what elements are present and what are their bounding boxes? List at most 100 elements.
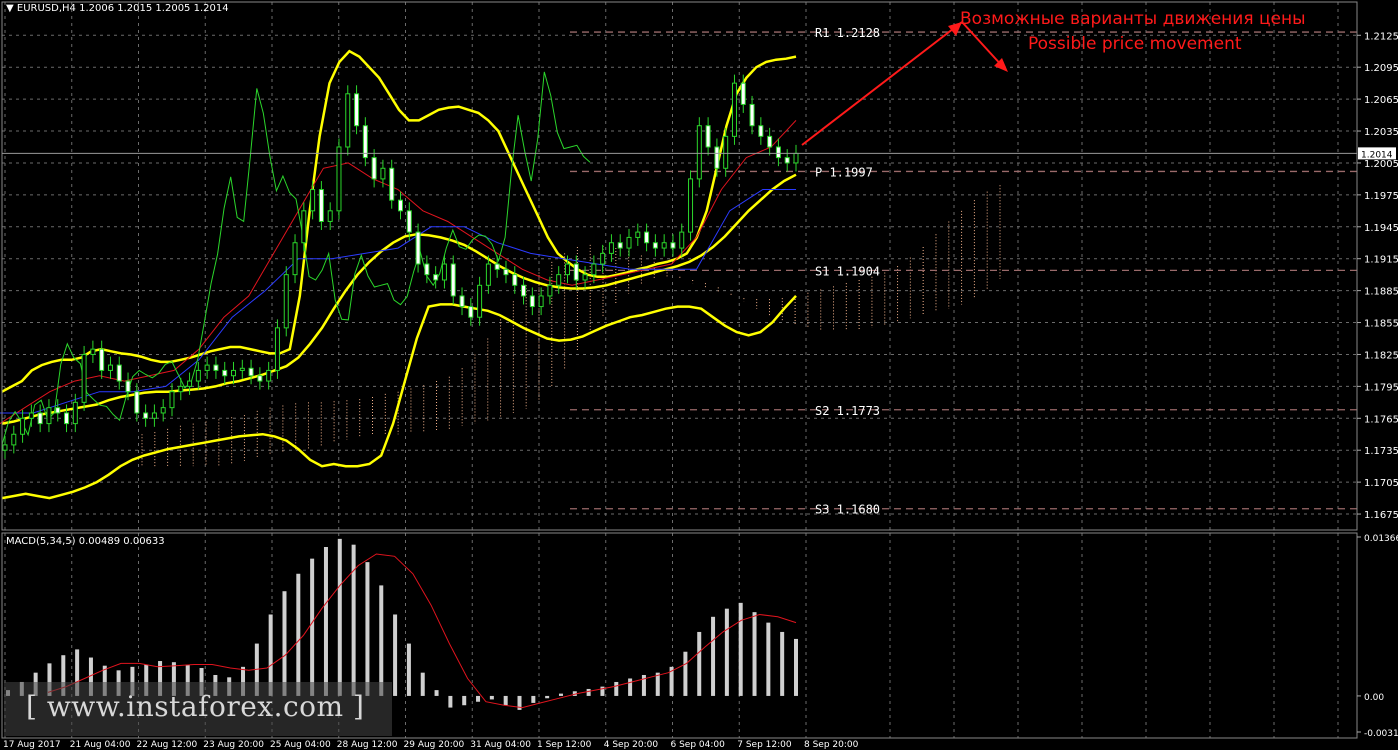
candle-body	[521, 284, 527, 297]
candle-body	[64, 412, 70, 425]
chart-canvas: R1 1.2128 P 1.1997 S1 1.1904 S2 1.1773 S3 1.…	[0, 1, 1398, 750]
candle-body	[556, 274, 562, 286]
candle-body	[670, 242, 676, 249]
macd-bar	[310, 558, 315, 696]
candle-body	[178, 385, 184, 393]
macd-bar	[752, 612, 757, 696]
y-tick-label: 1.1795	[1364, 382, 1398, 393]
macd-bar	[351, 544, 356, 696]
candle-body	[564, 263, 570, 276]
candle-body	[793, 152, 799, 164]
pivot-label: R1 1.2128	[815, 26, 880, 40]
candle-body	[380, 167, 386, 180]
macd-bar	[448, 695, 453, 708]
candle-body	[591, 263, 597, 276]
candle-body	[143, 412, 149, 419]
x-tick-label: 6 Sep 04:00	[671, 740, 726, 750]
candle-body	[644, 231, 650, 244]
macd-bar	[614, 681, 619, 696]
symbol-header: ▼ EURUSD,H4 1.2006 1.2015 1.2005 1.2014	[6, 3, 229, 14]
candle-body	[758, 125, 764, 137]
macd-bar	[586, 688, 591, 696]
candle-body	[705, 125, 711, 148]
candle-body	[231, 369, 237, 377]
pivot-label: S1 1.1904	[815, 264, 880, 278]
macd-bar	[711, 616, 716, 696]
candle-body	[266, 369, 272, 382]
x-tick-label: 31 Aug 04:00	[470, 740, 531, 750]
candle-body	[301, 210, 307, 244]
y-tick-label: 1.1825	[1364, 350, 1398, 361]
macd-bar	[683, 651, 688, 696]
candle-body	[529, 295, 535, 308]
y-tick-label: 1.2005	[1364, 159, 1398, 170]
macd-bar	[420, 672, 425, 696]
candle-body	[775, 146, 781, 159]
x-tick-label: 25 Aug 04:00	[270, 740, 331, 750]
x-tick-label: 23 Aug 20:00	[203, 740, 264, 750]
candle-body	[318, 189, 324, 222]
candle-body	[292, 242, 298, 276]
candle-body	[11, 433, 17, 446]
bollinger-upper-line	[1, 49, 797, 393]
macd-header: MACD(5,34,5) 0.00489 0.00633	[6, 536, 165, 547]
candle-body	[371, 157, 377, 180]
macd-bar	[365, 562, 370, 696]
macd-bar	[697, 631, 702, 696]
macd-bar	[282, 591, 287, 696]
candle-body	[72, 401, 78, 425]
candle-body	[195, 369, 201, 382]
pivot-label: S3 1.1680	[815, 503, 880, 517]
macd-bar	[738, 602, 743, 696]
macd-bar	[406, 643, 411, 696]
candle-body	[767, 135, 773, 148]
macd-bar	[794, 638, 798, 696]
dropdown-triangle-icon[interactable]: ▼	[6, 3, 14, 14]
macd-y-tick-label: 0.00	[1364, 693, 1384, 703]
x-tick-label: 8 Sep 20:00	[804, 740, 859, 750]
y-tick-label: 1.2125	[1364, 31, 1398, 42]
candle-body	[688, 178, 694, 233]
x-tick-label: 22 Aug 12:00	[137, 740, 198, 750]
candle-body	[582, 274, 588, 281]
y-tick-label: 1.1945	[1364, 223, 1398, 234]
macd-bar	[628, 678, 633, 696]
candle-body	[37, 412, 43, 425]
current-price-label: 1.2014	[1361, 150, 1393, 160]
x-tick-label: 21 Aug 04:00	[70, 740, 131, 750]
candle-body	[617, 242, 623, 249]
macd-bar	[393, 614, 398, 696]
forecast-arrow	[801, 21, 1008, 146]
macd-bar	[379, 585, 384, 696]
macd-bar	[323, 547, 328, 696]
candle-body	[46, 407, 52, 425]
candle-body	[2, 444, 8, 451]
macd-bar	[780, 631, 785, 696]
candle-body	[406, 210, 412, 233]
macd-bar	[489, 695, 494, 700]
candle-body	[160, 407, 166, 414]
candle-body	[81, 353, 87, 403]
candle-body	[450, 263, 456, 297]
candle-body	[679, 231, 685, 249]
candle-body	[398, 199, 403, 212]
macd-bar	[462, 695, 467, 706]
x-tick-label: 28 Aug 12:00	[337, 740, 398, 750]
macd-bar	[476, 695, 481, 702]
ichimoku-cloud	[141, 185, 1001, 467]
candle-body	[503, 268, 509, 276]
candle-body	[477, 284, 483, 318]
candle-body	[784, 157, 790, 164]
annotation-en: Possible price movement	[1028, 34, 1242, 54]
candle-body	[573, 263, 579, 281]
candle-body	[310, 189, 316, 212]
pivot-label: P 1.1997	[815, 165, 873, 179]
y-tick-label: 1.1675	[1364, 510, 1398, 521]
candle-body	[652, 242, 658, 249]
macd-bar	[503, 695, 508, 706]
candle-body	[55, 407, 61, 414]
x-tick-label: 4 Sep 20:00	[604, 740, 659, 750]
macd-bar	[558, 693, 563, 696]
candle-body	[608, 242, 614, 254]
candle-body	[213, 364, 219, 371]
